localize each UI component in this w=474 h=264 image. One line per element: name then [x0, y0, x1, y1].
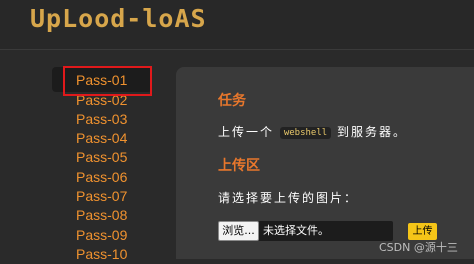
- sidebar-item-pass-10[interactable]: Pass-10: [76, 245, 127, 264]
- site-logo: UpLood-loAS: [30, 4, 207, 33]
- file-input: 浏览... 未选择文件。: [218, 221, 393, 241]
- sidebar-item-pass-08[interactable]: Pass-08: [76, 206, 127, 225]
- watermark: CSDN @源十三: [379, 241, 458, 254]
- upload-button[interactable]: 上传: [408, 223, 437, 240]
- task-heading: 任务: [218, 93, 246, 109]
- sidebar-item-pass-05[interactable]: Pass-05: [76, 148, 127, 167]
- task-code-chip: webshell: [279, 127, 332, 139]
- upload-prompt: 请选择要上传的图片：: [218, 191, 359, 205]
- sidebar-item-pass-07[interactable]: Pass-07: [76, 187, 127, 206]
- task-description: 上传一个 webshell 到服务器。: [218, 123, 407, 140]
- upload-heading: 上传区: [218, 158, 260, 174]
- file-status-text: 未选择文件。: [263, 224, 329, 237]
- sidebar-nav: Pass-01 Pass-02 Pass-03 Pass-04 Pass-05 …: [0, 50, 170, 262]
- sidebar-item-pass-06[interactable]: Pass-06: [76, 168, 127, 187]
- main-panel: 任务 上传一个 webshell 到服务器。 上传区 请选择要上传的图片： 浏览…: [176, 67, 474, 259]
- task-text-after: 到服务器。: [337, 125, 408, 139]
- task-text-before: 上传一个: [218, 125, 275, 139]
- sidebar-item-pass-04[interactable]: Pass-04: [76, 129, 127, 148]
- header: UpLood-loAS: [0, 0, 474, 49]
- sidebar-item-pass-09[interactable]: Pass-09: [76, 226, 127, 245]
- selection-highlight-box: [63, 66, 152, 96]
- browse-button[interactable]: 浏览...: [218, 221, 259, 241]
- sidebar-item-pass-03[interactable]: Pass-03: [76, 110, 127, 129]
